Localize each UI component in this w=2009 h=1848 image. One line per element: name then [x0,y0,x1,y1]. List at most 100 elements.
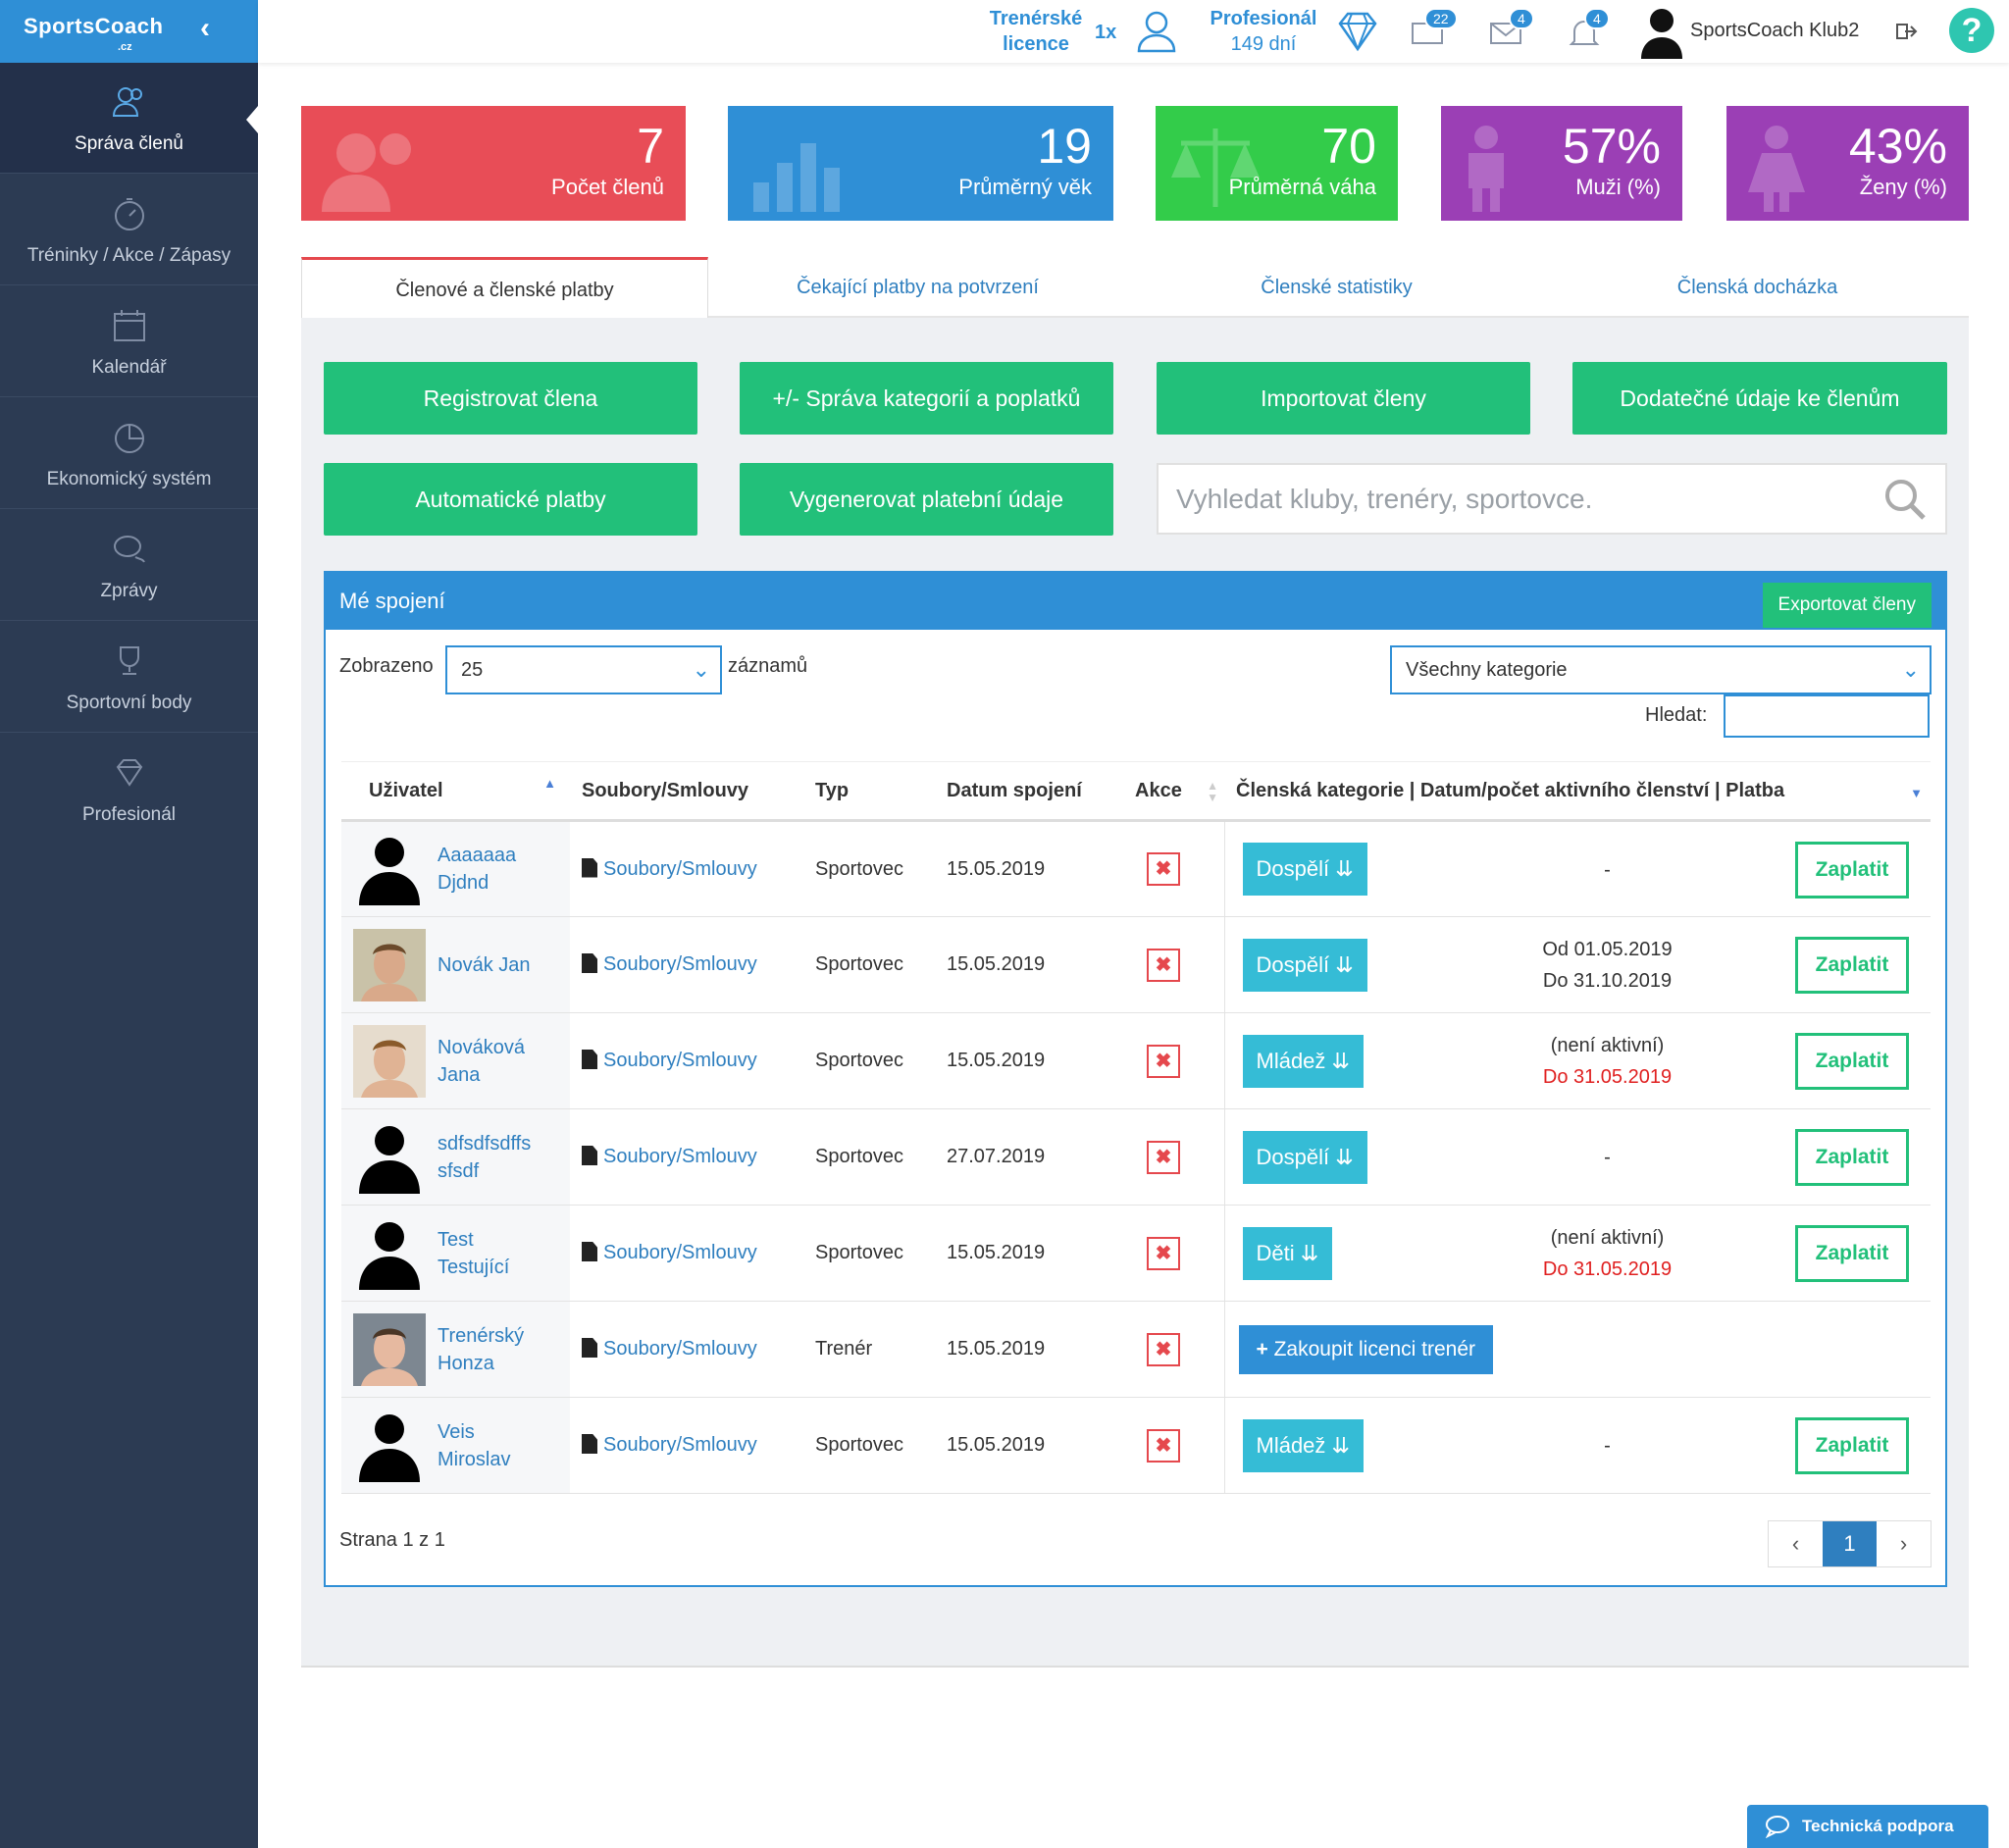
messages-icon[interactable]: 22 [1411,8,1458,52]
mail-icon[interactable]: 4 [1489,8,1534,52]
pay-button[interactable]: Zaplatit [1795,1033,1909,1090]
plan-link[interactable]: Profesionál 149 dní [1200,6,1327,57]
user-name-link[interactable]: Test Testující [438,1226,509,1281]
support-button[interactable]: Technická podpora [1747,1805,1988,1848]
files-link[interactable]: Soubory/Smlouvy [582,953,757,975]
next-page-button[interactable]: › [1877,1521,1931,1566]
sidebar-item-economy[interactable]: Ekonomický systém [0,398,258,509]
manage-categories-button[interactable]: +/- Správa kategorií a poplatků [740,362,1113,435]
delete-icon[interactable]: ✖ [1147,1332,1180,1366]
col-type[interactable]: Typ [803,761,931,822]
files-link[interactable]: Soubory/Smlouvy [582,1338,757,1360]
cell-category: Děti ⇊ (není aktivní) Do 31.05.2019 Zaplati… [1224,1205,1931,1302]
extra-data-button[interactable]: Dodatečné údaje ke členům [1572,362,1947,435]
page-size-select[interactable]: 25 ⌄ [445,645,722,694]
delete-icon[interactable]: ✖ [1147,1044,1180,1078]
sidebar-item-members[interactable]: Správa členů [0,63,258,174]
sidebar-item-label: Zprávy [100,581,158,601]
files-link[interactable]: Soubory/Smlouvy [582,857,757,880]
prev-page-button[interactable]: ‹ [1769,1521,1823,1566]
table-header-row: Uživatel ▲ Soubory/Smlouvy Typ Datum spoj… [341,761,1931,822]
global-search-input[interactable]: Vyhledat kluby, trenéry, sportovce. [1157,463,1947,535]
page-size-value: 25 [461,659,484,681]
auto-payments-button[interactable]: Automatické platby [324,463,697,536]
col-files[interactable]: Soubory/Smlouvy [570,761,803,822]
files-link[interactable]: Soubory/Smlouvy [582,1434,757,1456]
delete-icon[interactable]: ✖ [1147,1236,1180,1270]
table-search-input[interactable] [1724,694,1930,738]
import-members-button[interactable]: Importovat členy [1157,362,1530,435]
register-member-button[interactable]: Registrovat člena [324,362,697,435]
category-dropdown-button[interactable]: Dospělí ⇊ [1242,1130,1367,1184]
user-name-link[interactable]: Novák Jan [438,951,531,979]
files-link[interactable]: Soubory/Smlouvy [582,1242,757,1263]
delete-icon[interactable]: ✖ [1147,1140,1180,1174]
col-date[interactable]: Datum spojení [931,761,1123,822]
user-name-link[interactable]: Trenérský Honza [438,1322,524,1377]
avatar[interactable] [353,1121,426,1194]
avatar[interactable] [353,1024,426,1098]
avatar[interactable] [353,1410,426,1482]
category-dropdown-button[interactable]: Děti ⇊ [1242,1226,1333,1280]
delete-icon[interactable]: ✖ [1147,852,1180,886]
sidebar-item-messages[interactable]: Zprávy [0,510,258,621]
pay-button[interactable]: Zaplatit [1795,1225,1909,1282]
sidebar-item-trainings[interactable]: Tréninky / Akce / Zápasy [0,175,258,285]
avatar[interactable] [353,833,426,905]
tab-pending-payments[interactable]: Čekající platby na potvrzení [708,257,1127,318]
double-chevron-down-icon: ⇊ [1331,1048,1350,1073]
delete-icon[interactable]: ✖ [1147,948,1180,982]
pay-button[interactable]: Zaplatit [1795,842,1909,898]
sort-desc-icon[interactable]: ▼ [1910,786,1923,800]
page-1-button[interactable]: 1 [1823,1521,1877,1566]
col-action[interactable]: Akce ▲ ▼ [1123,761,1224,822]
files-link[interactable]: Soubory/Smlouvy [582,1146,757,1167]
diamond-icon[interactable] [1334,8,1381,58]
delete-icon[interactable]: ✖ [1147,1428,1180,1463]
category-filter-value: Všechny kategorie [1406,659,1568,681]
category-dropdown-button[interactable]: Dospělí ⇊ [1242,843,1367,896]
user-name-link[interactable]: Veis Miroslav [438,1418,510,1473]
category-filter-select[interactable]: Všechny kategorie ⌄ [1390,645,1932,694]
tab-members[interactable]: Členové a členské platby [301,257,708,318]
buy-licence-button[interactable]: + Zakoupit licenci trenér [1238,1324,1494,1374]
avatar[interactable] [353,928,426,1001]
user-name-link[interactable]: sdfsdfsdffs sfsdf [438,1130,531,1185]
user-avatar-icon[interactable] [1641,6,1682,64]
sort-asc-icon[interactable]: ▲ [543,776,556,791]
collapse-sidebar-icon[interactable]: ‹ [200,12,210,45]
search-icon[interactable] [1882,477,1928,522]
sidebar-item-calendar[interactable]: Kalendář [0,286,258,397]
cell-type: Trenér [803,1301,931,1398]
licence-link[interactable]: Trenérské licence [977,6,1095,57]
user-outline-icon[interactable] [1134,8,1179,58]
user-name-link[interactable]: Aaaaaaa Djdnd [438,842,516,897]
bell-icon[interactable]: 4 [1569,8,1610,54]
pay-button[interactable]: Zaplatit [1795,937,1909,994]
cell-files: Soubory/Smlouvy [570,1108,803,1206]
col-user[interactable]: Uživatel ▲ [341,761,570,822]
sidebar-item-points[interactable]: Sportovní body [0,622,258,733]
tab-attendance[interactable]: Členská docházka [1546,257,1969,318]
generate-payment-button[interactable]: Vygenerovat platební údaje [740,463,1113,536]
export-members-button[interactable]: Exportovat členy [1762,583,1932,628]
sidebar-item-professional[interactable]: Profesionál [0,734,258,845]
category-dropdown-button[interactable]: Dospělí ⇊ [1242,938,1367,992]
user-name[interactable]: SportsCoach Klub2 [1690,20,1859,42]
cell-files: Soubory/Smlouvy [570,1012,803,1109]
category-dropdown-button[interactable]: Mládež ⇊ [1242,1418,1364,1472]
pay-button[interactable]: Zaplatit [1795,1417,1909,1474]
pay-button[interactable]: Zaplatit [1795,1129,1909,1186]
files-link[interactable]: Soubory/Smlouvy [582,1050,757,1071]
avatar[interactable] [353,1312,426,1386]
sort-both-icon[interactable]: ▲ ▼ [1207,780,1218,803]
help-button[interactable]: ? [1949,8,1994,53]
tab-statistics[interactable]: Členské statistiky [1127,257,1546,318]
avatar[interactable] [353,1217,426,1290]
category-dropdown-button[interactable]: Mládež ⇊ [1242,1034,1364,1088]
logout-icon[interactable] [1896,22,1918,46]
col-category[interactable]: Členská kategorie | Datum/počet aktivníh… [1224,761,1931,822]
user-name-link[interactable]: Nováková Jana [438,1034,525,1089]
cell-type: Sportovec [803,916,931,1013]
logo[interactable]: SportsCoach .cz ‹ [0,0,258,63]
